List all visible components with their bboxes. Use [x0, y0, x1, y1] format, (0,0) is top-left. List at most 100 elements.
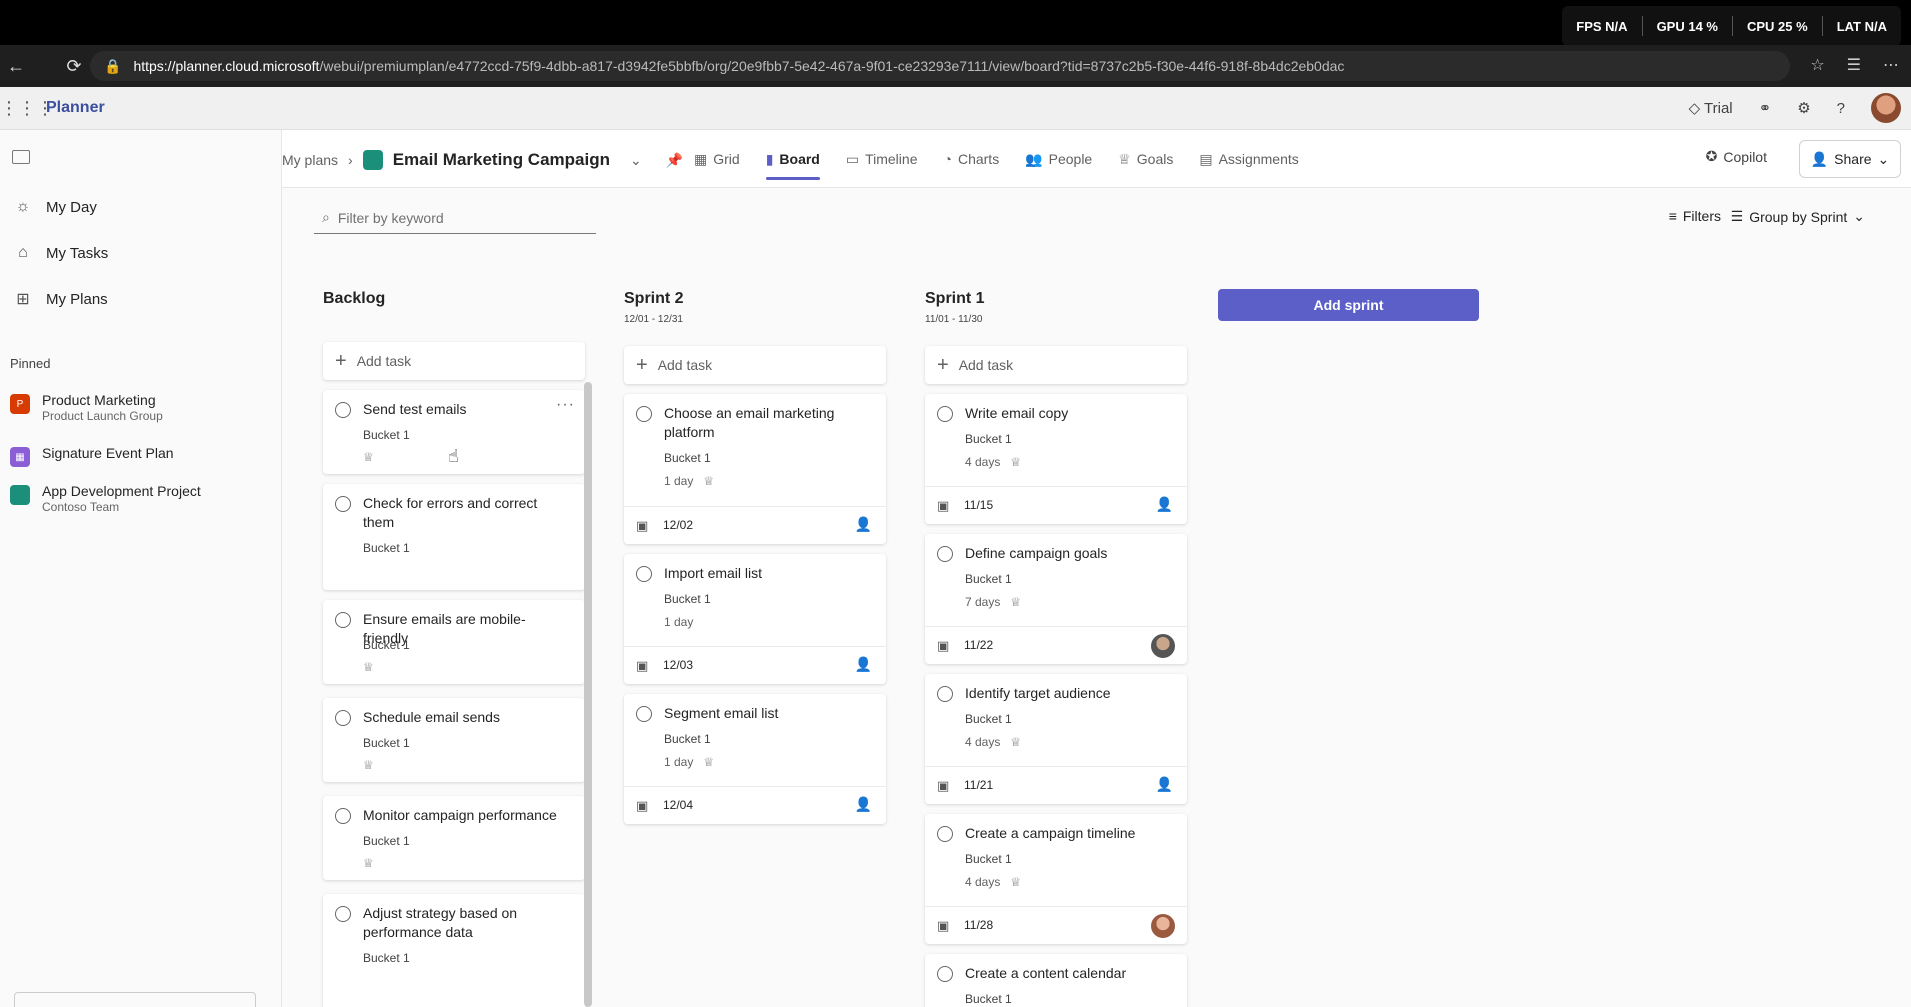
- trial-button[interactable]: ◇ Trial: [1689, 99, 1733, 117]
- task-card[interactable]: Create a campaign timeline Bucket 1 4 da…: [925, 814, 1187, 944]
- tab-goals[interactable]: ♕ Goals: [1118, 130, 1173, 188]
- more-icon[interactable]: ⋯: [1883, 55, 1899, 75]
- plan-title[interactable]: Email Marketing Campaign: [393, 150, 610, 170]
- collections-icon[interactable]: ☰: [1847, 55, 1861, 75]
- assign-person-icon[interactable]: 👤: [1156, 496, 1173, 513]
- complete-checkbox[interactable]: [335, 808, 351, 824]
- tab-grid[interactable]: ▦ Grid: [694, 130, 740, 188]
- back-icon[interactable]: ←: [2, 56, 30, 77]
- pinned-plan-signature-event[interactable]: ▦ Signature Event Plan: [10, 445, 174, 467]
- breadcrumb-my-plans[interactable]: My plans: [282, 152, 338, 168]
- task-card[interactable]: Choose an email marketing platform Bucke…: [624, 394, 886, 544]
- collapse-sidebar-icon[interactable]: [12, 150, 30, 164]
- goal-icon: ♕: [363, 450, 374, 464]
- task-card[interactable]: Schedule email sends Bucket 1 ♕: [323, 698, 585, 782]
- due-date[interactable]: 12/03: [663, 658, 693, 672]
- complete-checkbox[interactable]: [335, 710, 351, 726]
- due-date[interactable]: 12/02: [663, 518, 693, 532]
- copilot-button[interactable]: ✪ Copilot: [1706, 148, 1767, 165]
- pinned-plan-app-development[interactable]: App Development Project Contoso Team: [10, 483, 201, 514]
- pin-icon[interactable]: 📌: [666, 152, 683, 169]
- complete-checkbox[interactable]: [636, 566, 652, 582]
- goal-icon: ♕: [1010, 455, 1022, 469]
- help-icon[interactable]: ?: [1837, 100, 1845, 117]
- app-launcher-icon[interactable]: ⋮⋮⋮: [0, 98, 54, 119]
- task-card[interactable]: Identify target audience Bucket 1 4 days…: [925, 674, 1187, 804]
- complete-checkbox[interactable]: [636, 706, 652, 722]
- share-network-icon[interactable]: ⚭: [1759, 99, 1772, 117]
- column-sprint-1: Sprint 1 11/01 - 11/30 + Add task Write e…: [925, 290, 1187, 1007]
- share-button[interactable]: 👤 Share ⌄: [1799, 140, 1901, 178]
- sidebar-item-my-day[interactable]: ☼ My Day: [0, 189, 270, 225]
- group-by-button[interactable]: ☰ Group by Sprint ⌄: [1731, 208, 1865, 225]
- pinned-plan-product-marketing[interactable]: P Product Marketing Product Launch Group: [10, 392, 163, 423]
- due-date[interactable]: 11/15: [964, 498, 993, 512]
- board-toolbar: ⌕ Filter by keyword ≡ Filters ☰ Group by S…: [282, 188, 1911, 248]
- column-scrollbar[interactable]: [584, 382, 592, 1007]
- column-title: Sprint 1: [925, 290, 985, 307]
- complete-checkbox[interactable]: [937, 826, 953, 842]
- complete-checkbox[interactable]: [937, 546, 953, 562]
- due-date[interactable]: 11/22: [964, 638, 993, 652]
- assignee-avatar[interactable]: [1151, 914, 1175, 938]
- assignee-avatar[interactable]: [1151, 634, 1175, 658]
- tab-board[interactable]: ▮ Board: [765, 130, 821, 188]
- sprint-dates: 12/01 - 12/31: [624, 314, 683, 325]
- task-card[interactable]: Ensure emails are mobile-friendly Bucket…: [323, 600, 585, 684]
- address-bar[interactable]: 🔒 https://planner.cloud.microsoft/webui/…: [90, 51, 1790, 81]
- new-plan-button[interactable]: [14, 992, 256, 1007]
- complete-checkbox[interactable]: [636, 406, 652, 422]
- complete-checkbox[interactable]: [335, 612, 351, 628]
- list-icon: ☰: [1730, 208, 1744, 224]
- assign-person-icon[interactable]: 👤: [855, 656, 872, 673]
- assign-person-icon[interactable]: 👤: [855, 796, 872, 813]
- settings-icon[interactable]: ⚙: [1797, 99, 1810, 117]
- assignments-icon: ▤: [1199, 150, 1213, 167]
- filter-input[interactable]: ⌕ Filter by keyword: [314, 202, 596, 234]
- assign-person-icon[interactable]: 👤: [1156, 776, 1173, 793]
- task-card[interactable]: Monitor campaign performance Bucket 1 ♕: [323, 796, 585, 880]
- assign-person-icon[interactable]: 👤: [855, 516, 872, 533]
- card-footer: ▣ 12/02 👤: [624, 506, 886, 544]
- complete-checkbox[interactable]: [937, 406, 953, 422]
- filters-button[interactable]: ≡ Filters: [1669, 208, 1721, 224]
- mouse-cursor-icon: ☝: [448, 446, 459, 466]
- url-text: https://planner.cloud.microsoft/webui/pr…: [133, 58, 1345, 74]
- complete-checkbox[interactable]: [335, 906, 351, 922]
- due-date[interactable]: 11/21: [964, 778, 993, 792]
- task-card[interactable]: Import email list Bucket 1 1 day ▣ 12/03…: [624, 554, 886, 684]
- card-footer: ▣ 11/28: [925, 906, 1187, 944]
- add-sprint-button[interactable]: Add sprint: [1218, 289, 1479, 321]
- app-name[interactable]: Planner: [46, 99, 105, 117]
- complete-checkbox[interactable]: [335, 496, 351, 512]
- chevron-down-icon: ⌄: [1853, 208, 1865, 224]
- due-date[interactable]: 11/28: [964, 918, 993, 932]
- tab-people[interactable]: 👥 People: [1025, 130, 1092, 188]
- calendar-icon: ▣: [937, 778, 950, 793]
- user-avatar[interactable]: [1871, 93, 1901, 123]
- tab-charts[interactable]: ◔ Charts: [943, 130, 999, 188]
- sidebar-item-my-tasks[interactable]: ⌂ My Tasks: [0, 235, 270, 271]
- complete-checkbox[interactable]: [335, 402, 351, 418]
- task-card[interactable]: Create a content calendar Bucket 1: [925, 954, 1187, 1007]
- sidebar-item-my-plans[interactable]: ⊞ My Plans: [0, 281, 270, 317]
- due-date[interactable]: 12/04: [663, 798, 693, 812]
- task-card[interactable]: Define campaign goals Bucket 1 7 days ♕ ▣…: [925, 534, 1187, 664]
- chevron-down-icon: ⌄: [1877, 150, 1890, 167]
- task-card[interactable]: Check for errors and correct them Bucket…: [323, 484, 585, 590]
- column-title: Sprint 2: [624, 290, 684, 307]
- complete-checkbox[interactable]: [937, 966, 953, 982]
- reload-icon[interactable]: ⟳: [60, 56, 88, 77]
- add-task-button[interactable]: + Add task: [624, 346, 886, 384]
- complete-checkbox[interactable]: [937, 686, 953, 702]
- chevron-down-icon[interactable]: ⌄: [630, 152, 642, 169]
- more-options-icon[interactable]: ···: [556, 396, 575, 414]
- task-card[interactable]: Segment email list Bucket 1 1 day ♕ ▣ 12/…: [624, 694, 886, 824]
- favorite-icon[interactable]: ☆: [1810, 55, 1824, 75]
- tab-assignments[interactable]: ▤ Assignments: [1199, 130, 1298, 188]
- task-card[interactable]: Adjust strategy based on performance dat…: [323, 894, 585, 1007]
- add-task-button[interactable]: + Add task: [925, 346, 1187, 384]
- tab-timeline[interactable]: ▭ Timeline: [846, 130, 918, 188]
- task-card[interactable]: Write email copy Bucket 1 4 days ♕ ▣ 11/1…: [925, 394, 1187, 524]
- add-task-button[interactable]: + Add task: [323, 342, 585, 380]
